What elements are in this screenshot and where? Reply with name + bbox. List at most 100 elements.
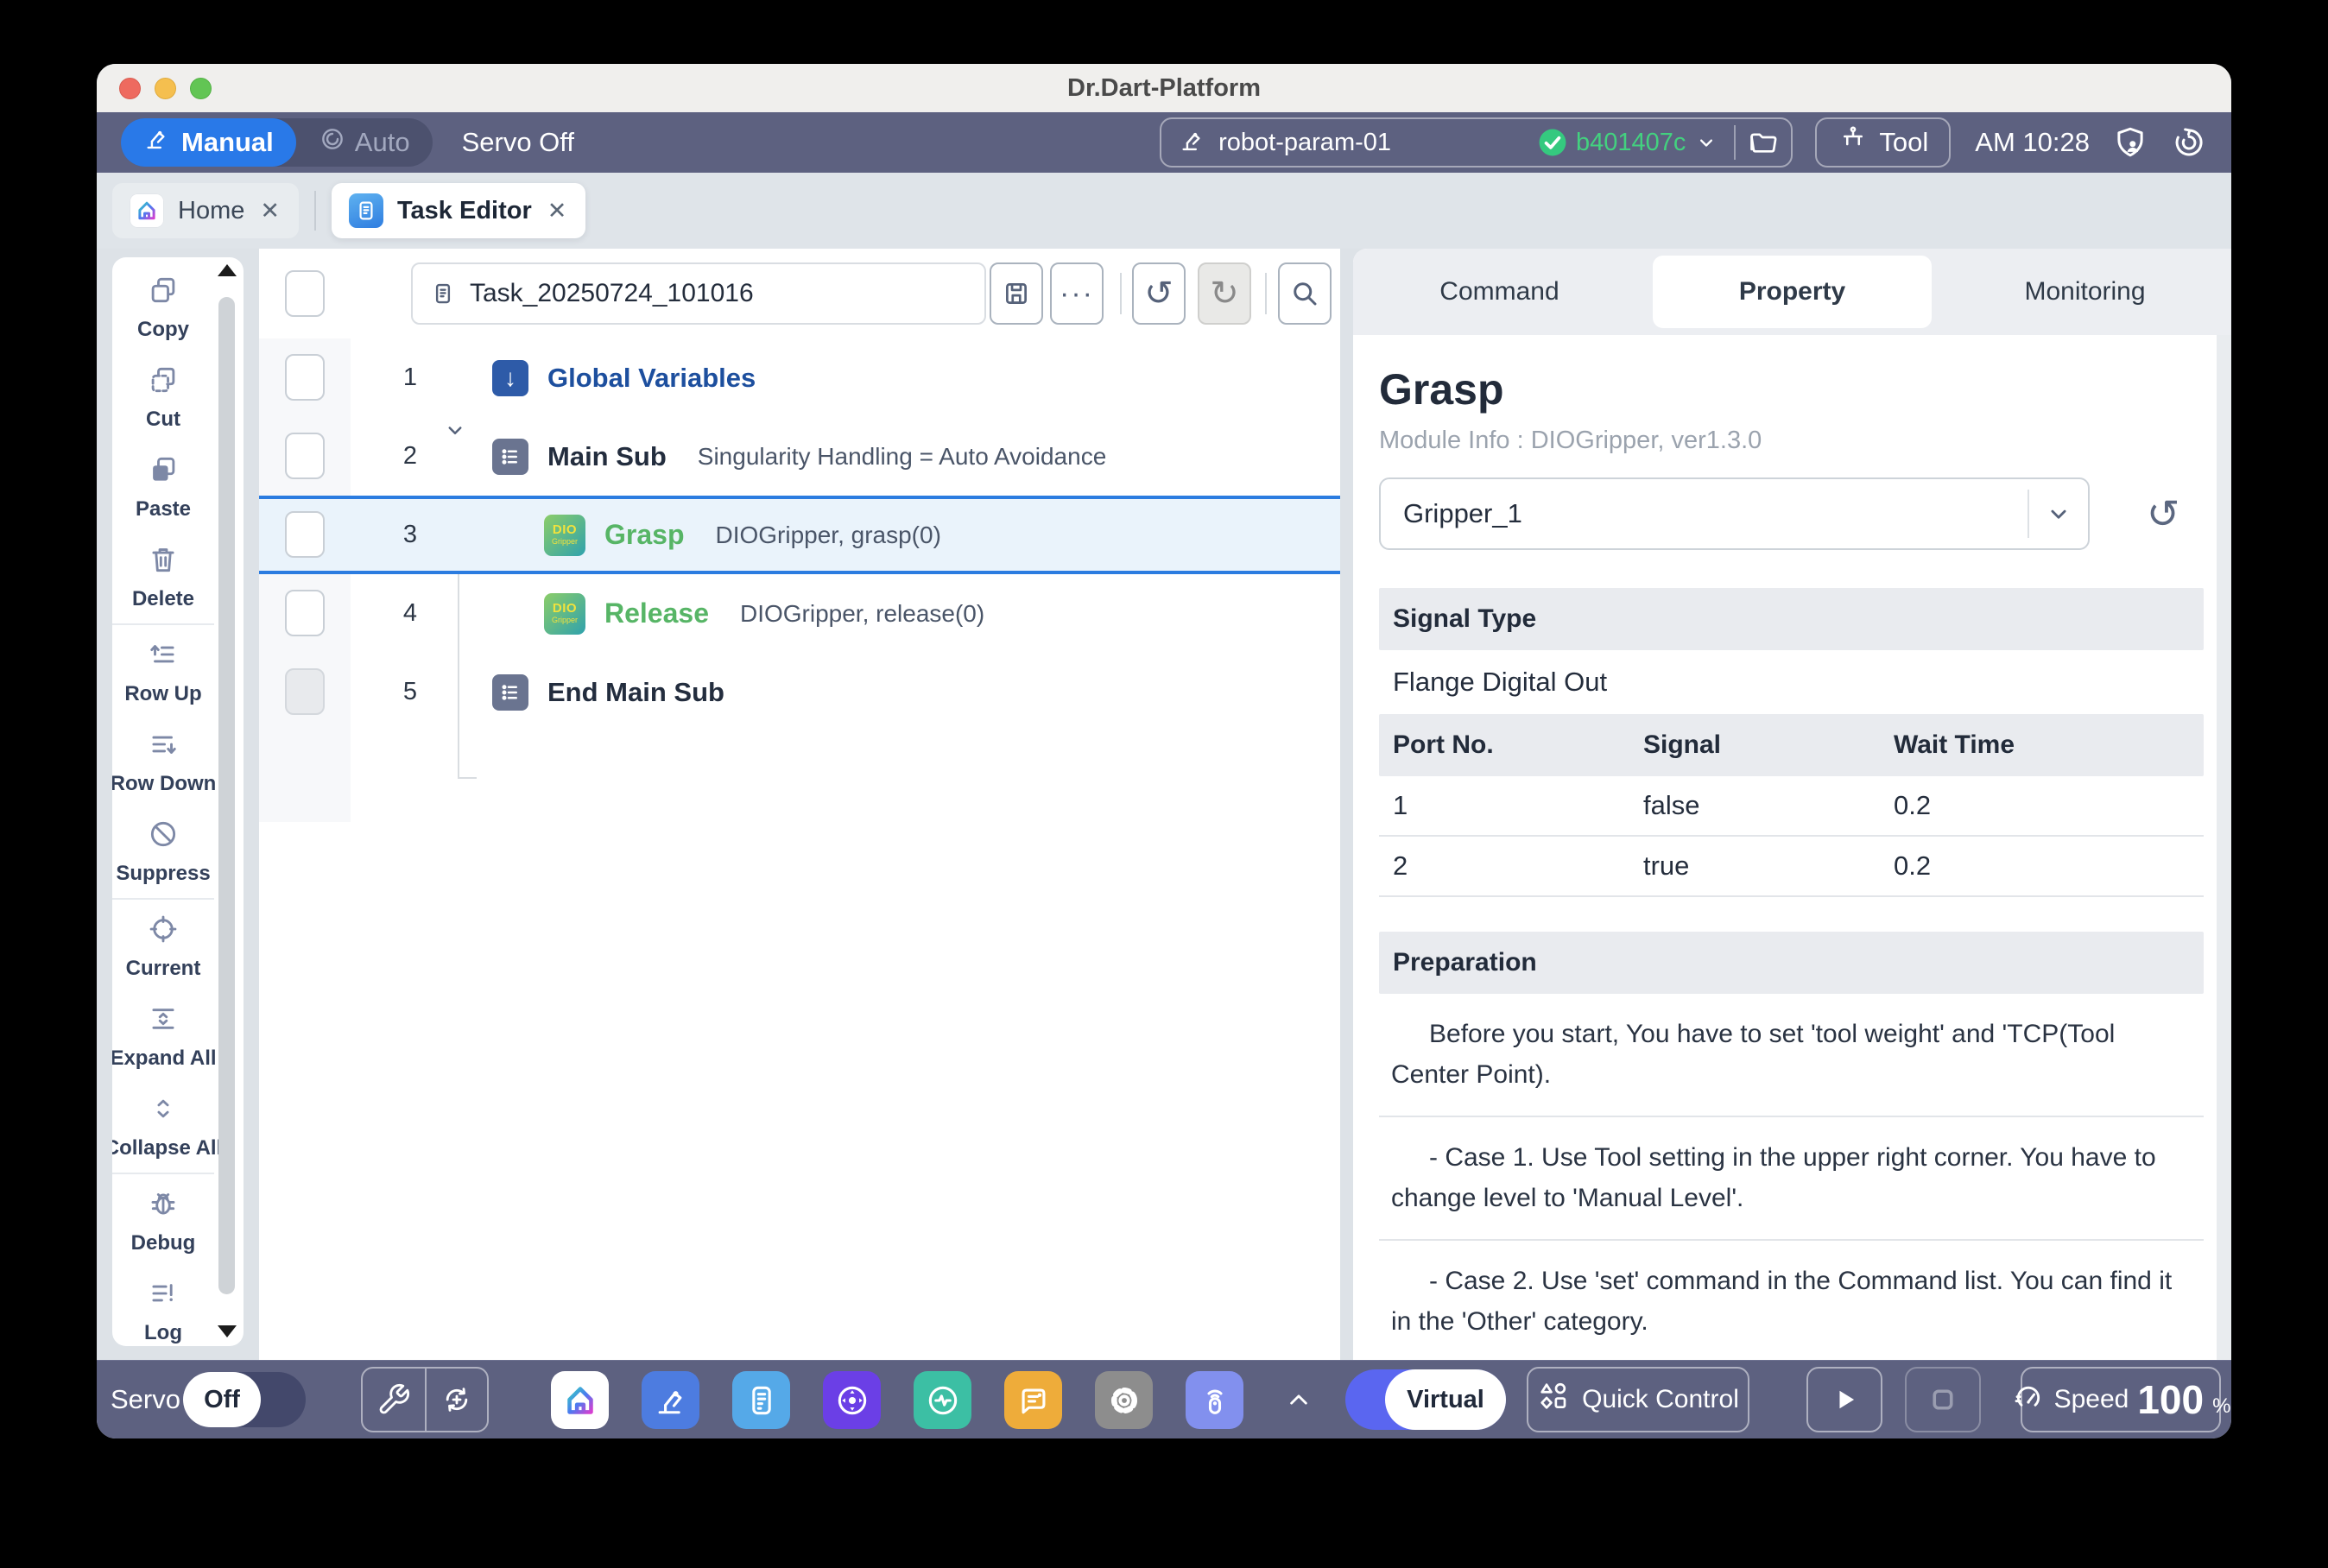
main-content: Copy Cut Paste Delete Row Up: [97, 249, 2231, 1360]
signal-type-value: Flange Digital Out: [1379, 650, 2204, 714]
speed-button[interactable]: Speed 100 %: [2021, 1367, 2221, 1432]
property-panel-body: Grasp Module Info : DIOGripper, ver1.3.0…: [1353, 335, 2231, 1360]
sidebar-item-row-up[interactable]: Row Up: [112, 627, 214, 717]
robot-param-selector[interactable]: robot-param-01 b401407c: [1160, 117, 1793, 168]
robot-app-icon[interactable]: [642, 1371, 699, 1429]
tool-settings-button[interactable]: Tool: [1815, 117, 1951, 168]
gripper-select[interactable]: Gripper_1: [1379, 477, 2090, 550]
sidebar-item-cut[interactable]: Cut: [112, 352, 214, 442]
tool-label: Tool: [1879, 127, 1928, 158]
sidebar-item-current[interactable]: Current: [112, 901, 214, 991]
close-icon[interactable]: ✕: [258, 198, 282, 224]
zoom-window-button[interactable]: [190, 78, 212, 99]
undo-button[interactable]: ↺: [1132, 262, 1186, 325]
servo-label: Servo: [111, 1384, 180, 1415]
divider: [1120, 273, 1122, 314]
tab-property[interactable]: Property: [1653, 256, 1932, 328]
message-log-app-icon[interactable]: [1004, 1371, 1062, 1429]
command-title: Grasp: [1379, 364, 2231, 414]
task-row-grasp[interactable]: 3 DIO Gripper Grasp DIOGripper, grasp(0): [259, 496, 1340, 574]
close-icon[interactable]: ✕: [546, 198, 569, 224]
sub-list-icon: [492, 674, 528, 711]
task-row-global-variables[interactable]: 1 ↓ Global Variables: [259, 338, 1340, 417]
scroll-up-arrow-icon[interactable]: [218, 264, 237, 276]
sidebar-item-expand-all[interactable]: Expand All: [112, 991, 214, 1081]
divider: [112, 1173, 214, 1174]
mode-toggle: Manual Auto: [121, 118, 433, 167]
sidebar-item-delete[interactable]: Delete: [112, 532, 214, 622]
play-button[interactable]: [1806, 1367, 1882, 1432]
ellipsis-icon: ···: [1060, 277, 1094, 311]
virtual-real-toggle[interactable]: Virtual: [1345, 1361, 1506, 1438]
signal-type-section-header: Signal Type: [1379, 588, 2204, 650]
speed-gauge-icon: [2011, 1381, 2046, 1419]
servo-toggle-knob[interactable]: Off: [183, 1372, 261, 1427]
recovery-icon[interactable]: [2171, 124, 2207, 161]
window-controls: [119, 64, 212, 112]
task-name-input[interactable]: Task_20250724_101016: [411, 262, 986, 325]
task-row-main-sub[interactable]: 2 Main Sub Singularity Handling = Auto A…: [259, 417, 1340, 496]
sidebar-item-paste[interactable]: Paste: [112, 442, 214, 532]
robot-arm-icon: [1179, 126, 1208, 160]
auto-mode-button[interactable]: Auto: [296, 125, 433, 160]
sidebar-item-log[interactable]: Log: [112, 1266, 214, 1346]
sub-list-icon: [492, 439, 528, 475]
tab-monitoring[interactable]: Monitoring: [1945, 256, 2224, 328]
speed-label: Speed: [2054, 1385, 2129, 1414]
divider: [1265, 273, 1267, 314]
tab-command[interactable]: Command: [1360, 256, 1639, 328]
tab-home[interactable]: Home ✕: [112, 183, 299, 238]
play-wrap: [1806, 1361, 1882, 1438]
save-task-button[interactable]: [990, 262, 1043, 325]
monitoring-app-icon[interactable]: [914, 1371, 971, 1429]
current-crosshair-icon: [147, 913, 180, 950]
redo-icon: ↻: [1210, 276, 1239, 311]
signal-table-row[interactable]: 1 false 0.2: [1379, 776, 2204, 837]
reset-position-icon[interactable]: [425, 1369, 487, 1431]
scrollbar-thumb[interactable]: [218, 297, 235, 1294]
divider: [112, 623, 214, 625]
servo-toggle[interactable]: Off: [183, 1361, 306, 1438]
remote-control-app-icon[interactable]: [1186, 1371, 1243, 1429]
quick-control-button[interactable]: Quick Control: [1527, 1367, 1749, 1432]
tab-task-editor[interactable]: Task Editor ✕: [332, 183, 585, 238]
auto-swirl-icon: [319, 125, 346, 160]
sidebar-scrollbar[interactable]: [216, 257, 238, 1346]
task-editor-app-icon[interactable]: [732, 1371, 790, 1429]
virtual-toggle-knob[interactable]: Virtual: [1385, 1369, 1506, 1430]
task-row-release[interactable]: 4 DIO Gripper Release DIOGripper, releas…: [259, 574, 1340, 653]
user-safety-icon[interactable]: [2112, 124, 2148, 161]
sidebar-item-suppress[interactable]: Suppress: [112, 806, 214, 896]
settings-app-icon[interactable]: [1095, 1371, 1153, 1429]
more-options-button[interactable]: ···: [1050, 262, 1104, 325]
task-doc-icon: [430, 281, 456, 307]
save-icon: [1002, 279, 1031, 308]
task-row-end-main-sub[interactable]: 5 End Main Sub: [259, 653, 1340, 731]
signal-table-row[interactable]: 2 true 0.2: [1379, 837, 2204, 897]
scroll-down-arrow-icon[interactable]: [218, 1325, 237, 1337]
sidebar-item-row-down[interactable]: Row Down: [112, 717, 214, 806]
reset-icon[interactable]: ↻: [2147, 494, 2180, 534]
navbar-right-cluster: robot-param-01 b401407c Tool AM 10:28: [1160, 117, 2207, 168]
sidebar-item-debug[interactable]: Debug: [112, 1176, 214, 1266]
minimize-window-button[interactable]: [155, 78, 176, 99]
home-app-icon[interactable]: [551, 1371, 609, 1429]
search-button[interactable]: [1278, 262, 1332, 325]
sidebar-item-copy[interactable]: Copy: [112, 262, 214, 352]
preparation-section-header: Preparation: [1379, 932, 2204, 994]
redo-button[interactable]: ↻: [1198, 262, 1251, 325]
open-task-folder-button[interactable]: [1736, 119, 1791, 166]
sidebar-item-collapse-all[interactable]: Collapse All: [112, 1081, 214, 1171]
select-all-checkbox[interactable]: [285, 270, 325, 317]
dock-expand-chevron-icon[interactable]: [1281, 1361, 1316, 1438]
version-code: b401407c: [1576, 129, 1686, 157]
wrench-icon[interactable]: [363, 1369, 425, 1431]
chevron-down-icon[interactable]: [2028, 490, 2088, 538]
servo-status-text: Servo Off: [462, 127, 574, 158]
app-tabstrip: Home ✕ Task Editor ✕: [97, 173, 2231, 249]
search-icon: [1289, 278, 1320, 309]
stop-button[interactable]: [1905, 1367, 1981, 1432]
jog-app-icon[interactable]: [823, 1371, 881, 1429]
manual-mode-button[interactable]: Manual: [121, 118, 296, 167]
close-window-button[interactable]: [119, 78, 141, 99]
